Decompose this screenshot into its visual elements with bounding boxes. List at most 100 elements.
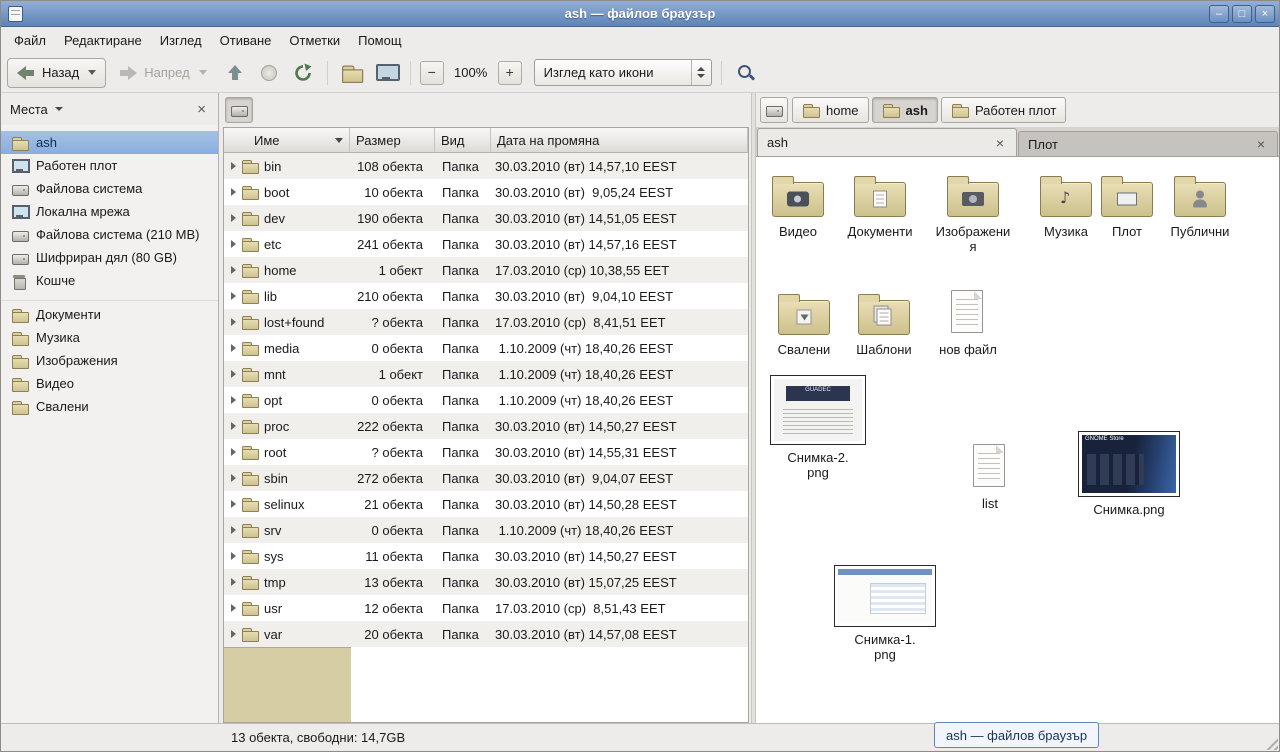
file-video-folder[interactable]: Видео [760,171,836,239]
file-snimka-png[interactable]: GNOME Store Снимка.png [1076,431,1182,517]
search-button[interactable] [731,58,761,88]
expander-icon[interactable] [231,474,236,482]
table-row[interactable]: boot 10 обекта Папка 30.03.2010 (вт) 9,0… [224,179,748,205]
sidebar-item-documents[interactable]: Документи [1,303,218,326]
tab-close-button[interactable]: × [993,135,1007,151]
column-header-name[interactable]: Име [224,128,350,153]
expander-icon[interactable] [231,500,236,508]
table-row[interactable]: bin 108 обекта Папка 30.03.2010 (вт) 14,… [224,153,748,179]
tab-plot[interactable]: Плот × [1018,131,1278,156]
expander-icon[interactable] [231,604,236,612]
forward-button[interactable]: Напред [110,58,215,88]
table-row[interactable]: mnt 1 обект Папка 1.10.2009 (чт) 18,40,2… [224,361,748,387]
table-row[interactable]: root ? обекта Папка 30.03.2010 (вт) 14,5… [224,439,748,465]
table-row[interactable]: home 1 обект Папка 17.03.2010 (ср) 10,38… [224,257,748,283]
table-row[interactable]: dev 190 обекта Папка 30.03.2010 (вт) 14,… [224,205,748,231]
table-row[interactable]: var 20 обекта Папка 30.03.2010 (вт) 14,5… [224,621,748,647]
expander-icon[interactable] [231,318,236,326]
menu-go[interactable]: Отиване [211,29,281,52]
sidebar-mode-chevron-icon[interactable] [55,107,63,111]
breadcrumb-desktop[interactable]: Работен плот [941,97,1066,123]
sidebar-item-music[interactable]: Музика [1,326,218,349]
sidebar-item-desktop[interactable]: Работен плот [1,154,218,177]
expander-icon[interactable] [231,396,236,404]
table-row[interactable]: media 0 обекта Папка 1.10.2009 (чт) 18,4… [224,335,748,361]
sidebar-item-trash[interactable]: Кошче [1,269,218,292]
zoom-out-button[interactable]: − [420,61,444,85]
menu-edit[interactable]: Редактиране [55,29,151,52]
back-button[interactable]: Назад [7,58,106,88]
zoom-in-button[interactable]: + [498,61,522,85]
file-pictures-folder[interactable]: Изображения [934,171,1012,254]
breadcrumb-root-button[interactable] [225,97,253,123]
file-music-folder[interactable]: Музика [1028,171,1104,239]
expander-icon[interactable] [231,344,236,352]
tab-close-button[interactable]: × [1254,136,1268,152]
breadcrumb-ash[interactable]: ash [872,97,938,123]
table-row[interactable]: selinux 21 обекта Папка 30.03.2010 (вт) … [224,491,748,517]
sidebar-title[interactable]: Места [10,102,48,117]
file-snimka-1-png[interactable]: Снимка-1.png [832,565,938,662]
sidebar-item-filesystem[interactable]: Файлова система [1,177,218,200]
expander-icon[interactable] [231,370,236,378]
sidebar-item-pictures[interactable]: Изображения [1,349,218,372]
file-desktop-folder[interactable]: Плот [1096,171,1158,239]
view-mode-select[interactable]: Изглед като икони [534,59,712,86]
menu-view[interactable]: Изглед [151,29,211,52]
sidebar-close-button[interactable]: × [194,101,209,118]
sidebar-separator[interactable] [1,292,218,301]
expander-icon[interactable] [231,578,236,586]
file-public-folder[interactable]: Публични [1162,171,1238,239]
up-button[interactable] [220,58,250,88]
expander-icon[interactable] [231,552,236,560]
sidebar-item-encrypted-80gb[interactable]: Шифриран дял (80 GB) [1,246,218,269]
menu-help[interactable]: Помощ [349,29,410,52]
titlebar[interactable]: ash — файлов браузър – □ × [1,1,1279,27]
table-row[interactable]: sbin 272 обекта Папка 30.03.2010 (вт) 9,… [224,465,748,491]
file-downloads-folder[interactable]: Свалени [766,289,842,357]
table-row[interactable]: lib 210 обекта Папка 30.03.2010 (вт) 9,0… [224,283,748,309]
expander-icon[interactable] [231,526,236,534]
table-row[interactable]: usr 12 обекта Папка 17.03.2010 (ср) 8,51… [224,595,748,621]
file-templates-folder[interactable]: Шаблони [846,289,922,357]
column-header-type[interactable]: Вид [435,128,491,153]
minimize-button[interactable]: – [1209,5,1229,23]
sidebar-item-ash[interactable]: ash [1,131,218,154]
expander-icon[interactable] [231,448,236,456]
table-row[interactable]: srv 0 обекта Папка 1.10.2009 (чт) 18,40,… [224,517,748,543]
expander-icon[interactable] [231,188,236,196]
expander-icon[interactable] [231,422,236,430]
menu-bookmarks[interactable]: Отметки [280,29,349,52]
stop-button[interactable] [254,58,284,88]
expander-icon[interactable] [231,292,236,300]
computer-button[interactable] [371,58,401,88]
breadcrumb-root-button[interactable] [760,97,788,123]
close-button[interactable]: × [1255,5,1275,23]
maximize-button[interactable]: □ [1232,5,1252,23]
home-button[interactable] [337,58,367,88]
expander-icon[interactable] [231,162,236,170]
menu-file[interactable]: Файл [5,29,55,52]
table-row[interactable]: lost+found ? обекта Папка 17.03.2010 (ср… [224,309,748,335]
table-row[interactable]: sys 11 обекта Папка 30.03.2010 (вт) 14,5… [224,543,748,569]
tab-ash[interactable]: ash × [757,128,1017,156]
resize-grip[interactable] [1263,735,1278,750]
column-header-date[interactable]: Дата на промяна [491,128,748,153]
breadcrumb-home[interactable]: home [792,97,869,123]
table-row[interactable]: tmp 13 обекта Папка 30.03.2010 (вт) 15,0… [224,569,748,595]
expander-icon[interactable] [231,240,236,248]
sidebar-item-local-network[interactable]: Локална мрежа [1,200,218,223]
file-new-file[interactable]: нов файл [930,289,1006,357]
sidebar-item-downloads[interactable]: Свалени [1,395,218,418]
table-row[interactable]: proc 222 обекта Папка 30.03.2010 (вт) 14… [224,413,748,439]
expander-icon[interactable] [231,630,236,638]
table-row[interactable]: etc 241 обекта Папка 30.03.2010 (вт) 14,… [224,231,748,257]
file-snimka-2-png[interactable]: GUADEC Снимка-2.png [768,375,868,480]
sidebar-item-volume-210mb[interactable]: Файлова система (210 MB) [1,223,218,246]
file-documents-folder[interactable]: Документи [842,171,918,239]
column-header-size[interactable]: Размер [350,128,435,153]
sidebar-item-videos[interactable]: Видео [1,372,218,395]
table-row[interactable]: opt 0 обекта Папка 1.10.2009 (чт) 18,40,… [224,387,748,413]
back-history-chevron-icon[interactable] [88,70,96,75]
expander-icon[interactable] [231,214,236,222]
